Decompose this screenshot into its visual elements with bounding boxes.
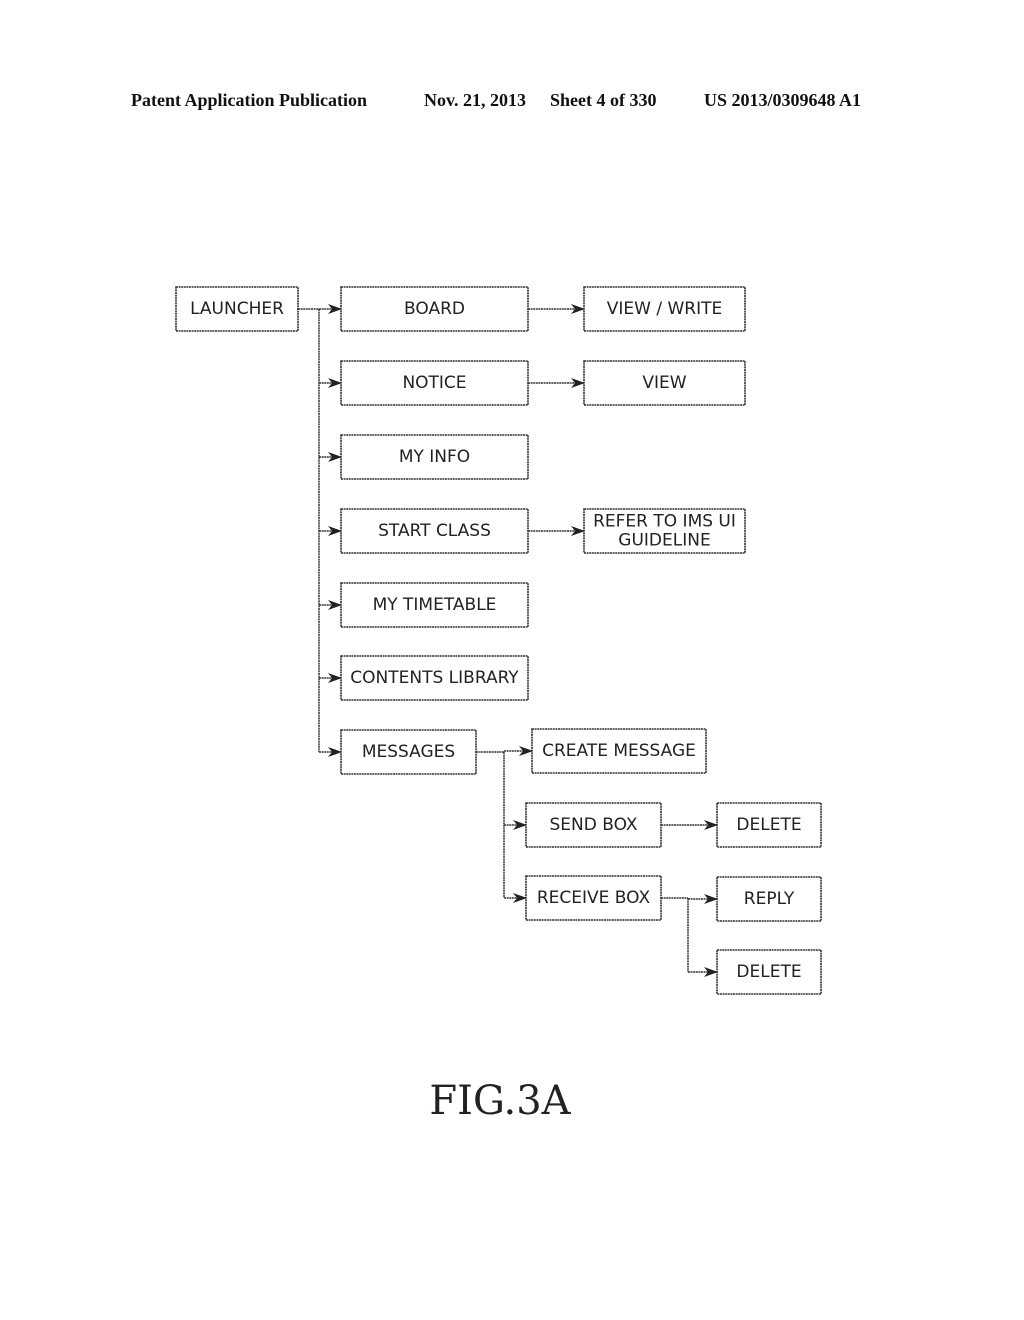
figure-label: FIG.3A bbox=[429, 1078, 571, 1124]
node-label: VIEW / WRITE bbox=[607, 299, 723, 319]
node-label: CONTENTS LIBRARY bbox=[350, 668, 519, 688]
node-board: BOARD bbox=[340, 286, 529, 332]
node-contents-library: CONTENTS LIBRARY bbox=[340, 655, 529, 701]
node-label: GUIDELINE bbox=[618, 531, 710, 551]
node-view-write: VIEW / WRITE bbox=[583, 286, 746, 332]
node-label: RECEIVE BOX bbox=[537, 888, 651, 908]
node-label: LAUNCHER bbox=[190, 299, 284, 319]
node-label: MY TIMETABLE bbox=[373, 595, 497, 615]
node-my-timetable: MY TIMETABLE bbox=[340, 582, 529, 628]
node-receive-delete: DELETE bbox=[716, 949, 822, 995]
node-my-info: MY INFO bbox=[340, 434, 529, 480]
node-start-class: START CLASS bbox=[340, 508, 529, 554]
node-label: REPLY bbox=[744, 889, 795, 909]
node-send-box: SEND BOX bbox=[525, 802, 662, 848]
node-label: START CLASS bbox=[378, 521, 491, 541]
node-label: MY INFO bbox=[399, 447, 470, 467]
node-label: VIEW bbox=[642, 373, 686, 393]
node-receive-box: RECEIVE BOX bbox=[525, 875, 662, 921]
node-messages: MESSAGES bbox=[340, 729, 477, 775]
node-label: DELETE bbox=[736, 815, 801, 835]
node-view: VIEW bbox=[583, 360, 746, 406]
node-label: REFER TO IMS UI bbox=[593, 512, 736, 532]
node-create-message: CREATE MESSAGE bbox=[531, 728, 707, 774]
node-refer-ims: REFER TO IMS UIGUIDELINE bbox=[583, 508, 746, 554]
node-label: CREATE MESSAGE bbox=[542, 741, 696, 761]
node-label: BOARD bbox=[404, 299, 465, 319]
node-label: NOTICE bbox=[402, 373, 466, 393]
node-notice: NOTICE bbox=[340, 360, 529, 406]
node-label: MESSAGES bbox=[362, 742, 455, 762]
node-send-delete: DELETE bbox=[716, 802, 822, 848]
node-launcher: LAUNCHER bbox=[175, 286, 299, 332]
node-reply: REPLY bbox=[716, 876, 822, 922]
node-label: SEND BOX bbox=[549, 815, 637, 835]
node-label: DELETE bbox=[736, 962, 801, 982]
